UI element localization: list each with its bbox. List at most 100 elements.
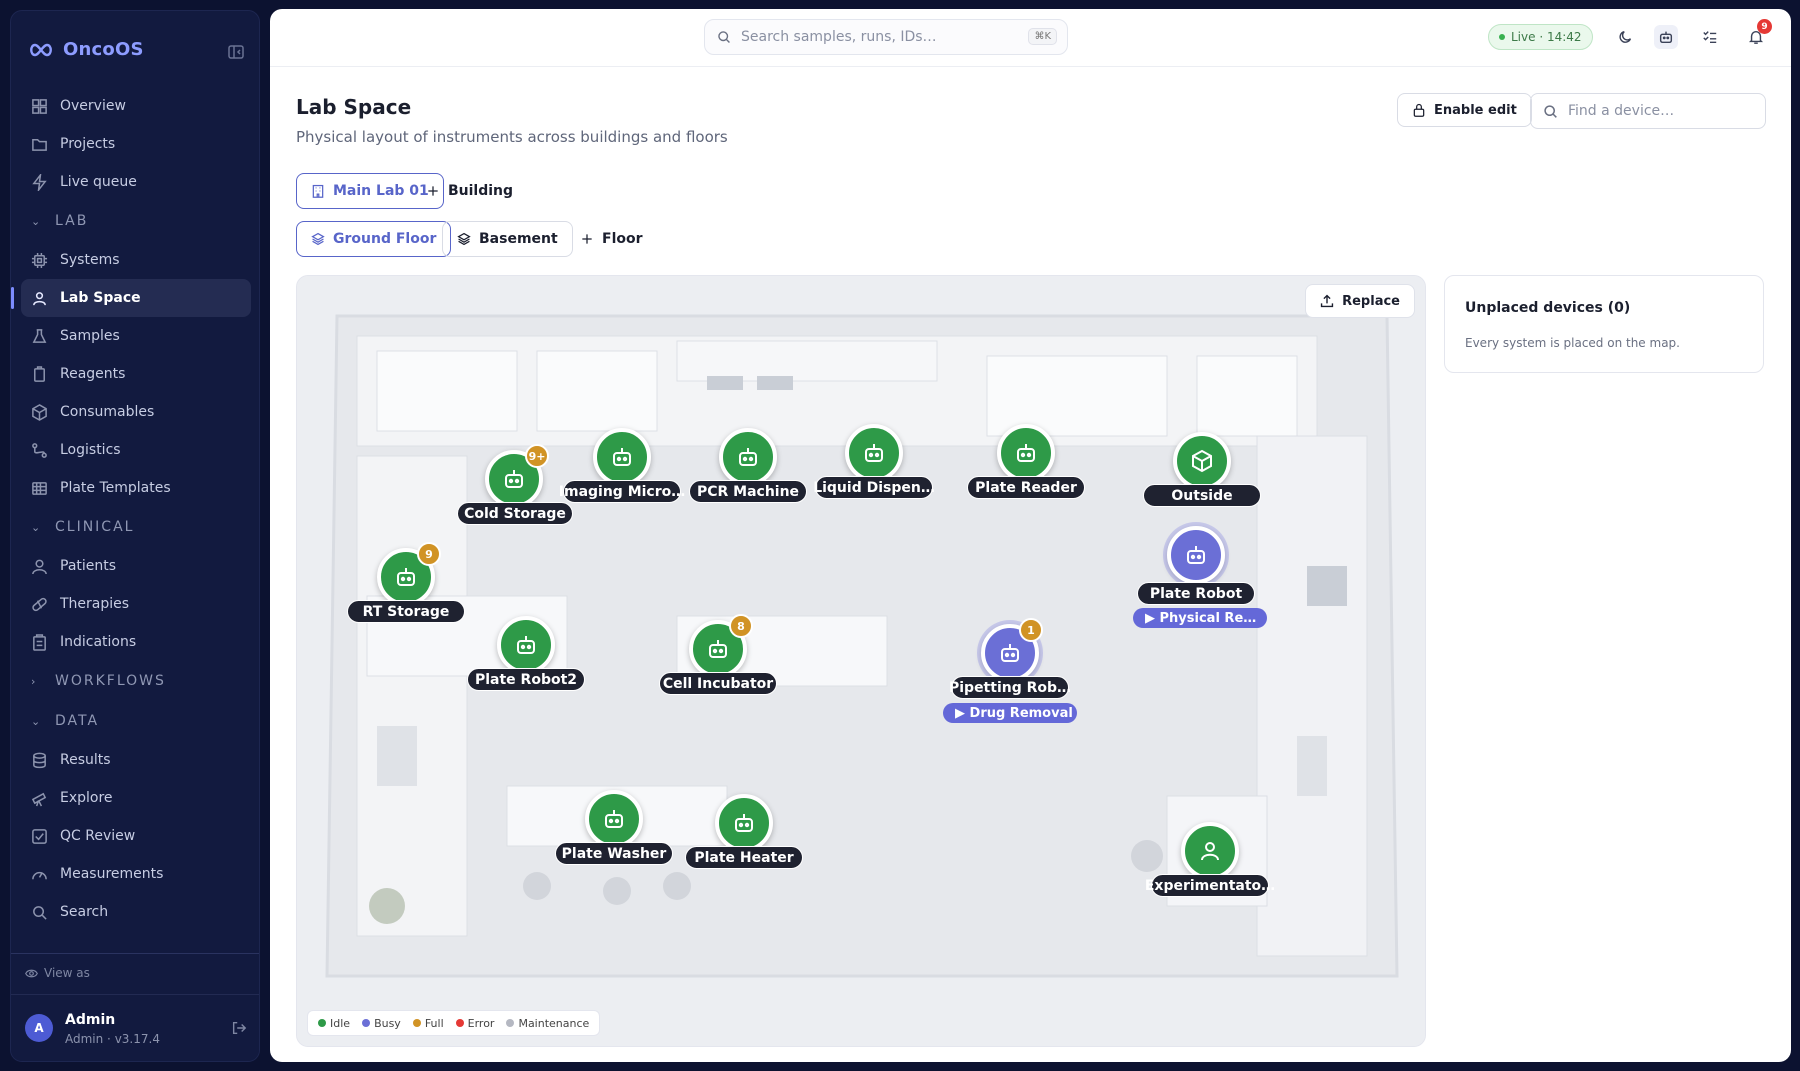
floor-plan-background (297, 276, 1425, 1046)
grid-icon (32, 98, 47, 114)
layers-icon (457, 232, 471, 246)
sidebar-collapse-icon[interactable] (227, 43, 245, 61)
sidebar-item-label: Projects (60, 136, 116, 152)
add-building-button[interactable]: Building (412, 173, 527, 209)
device-run-badge[interactable]: ▶ Drug Removal (943, 703, 1077, 723)
robot-button[interactable] (1654, 25, 1678, 49)
tasks-button[interactable] (1698, 25, 1722, 49)
legend-item-busy: Busy (362, 1017, 401, 1030)
device-label: Liquid Dispen… (813, 476, 935, 499)
sidebar-item-overview[interactable]: Overview (21, 87, 251, 125)
view-as-button[interactable]: View as (25, 966, 90, 980)
gauge-icon (32, 871, 47, 879)
sidebar-footer: View as A Admin Admin · v3.17.4 (11, 953, 259, 1061)
search-icon (1544, 104, 1557, 118)
sidebar-item-search[interactable]: Search (21, 893, 251, 931)
theme-toggle-button[interactable] (1614, 25, 1638, 49)
device-run-badge[interactable]: ▶ Physical Re… (1133, 608, 1267, 628)
device-count-badge: 8 (729, 614, 753, 638)
device-node[interactable] (1181, 822, 1239, 880)
pill-icon (32, 597, 47, 611)
section-data[interactable]: ⌄ DATA (21, 701, 251, 741)
enable-edit-button[interactable]: Enable edit (1397, 93, 1532, 127)
lock-icon (1413, 103, 1425, 117)
section-label: CLINICAL (55, 519, 135, 535)
device-node[interactable] (845, 424, 903, 482)
legend-item-maintenance: Maintenance (506, 1017, 589, 1030)
brand[interactable]: OncoOS (29, 39, 144, 60)
sidebar-item-label: Systems (60, 252, 120, 268)
robot-icon (1001, 644, 1019, 662)
notifications-button[interactable]: 9 (1744, 19, 1772, 49)
sidebar-item-systems[interactable]: Systems (21, 241, 251, 279)
device-node[interactable] (1173, 432, 1231, 490)
sidebar-item-reagents[interactable]: Reagents (21, 355, 251, 393)
sidebar-nav: Overview Projects Live queue ⌄ LAB Syste… (11, 87, 251, 931)
user-role-version: Admin · v3.17.4 (65, 1032, 160, 1046)
sidebar-item-label: Patients (60, 558, 117, 574)
bolt-icon (32, 173, 47, 191)
live-status-badge: Live · 14:42 (1488, 24, 1593, 50)
sidebar-item-explore[interactable]: Explore (21, 779, 251, 817)
sidebar-item-logistics[interactable]: Logistics (21, 431, 251, 469)
device-label: Plate Robot2 (467, 668, 585, 691)
sidebar-item-samples[interactable]: Samples (21, 317, 251, 355)
device-node[interactable] (719, 428, 777, 486)
device-count-badge: 1 (1019, 618, 1043, 642)
find-device-input[interactable]: Find a device… (1530, 93, 1766, 129)
logout-icon[interactable] (231, 1020, 247, 1036)
sidebar-item-label: Reagents (60, 366, 126, 382)
sidebar-item-results[interactable]: Results (21, 741, 251, 779)
sidebar-item-indications[interactable]: Indications (21, 623, 251, 661)
sidebar-item-patients[interactable]: Patients (21, 547, 251, 585)
cube-icon (1192, 449, 1212, 473)
app-name: OncoOS (63, 39, 144, 60)
sidebar-item-projects[interactable]: Projects (21, 125, 251, 163)
device-label: Plate Robot (1137, 582, 1255, 605)
floor-plan-map[interactable]: Replace 9+ Cold Storage Imaging Micro… P… (296, 275, 1426, 1047)
sidebar-item-measurements[interactable]: Measurements (21, 855, 251, 893)
device-node[interactable] (593, 428, 651, 486)
section-lab[interactable]: ⌄ LAB (21, 201, 251, 241)
add-floor-button[interactable]: Floor (566, 221, 657, 257)
sidebar-item-therapies[interactable]: Therapies (21, 585, 251, 623)
legend-label: Maintenance (518, 1016, 590, 1030)
device-node[interactable] (1167, 526, 1225, 584)
tab-floor-ground[interactable]: Ground Floor (296, 221, 452, 257)
device-node[interactable] (997, 424, 1055, 482)
device-node[interactable] (715, 794, 773, 852)
global-search-input[interactable]: Search samples, runs, IDs… ⌘K (704, 19, 1068, 55)
device-node[interactable] (497, 616, 555, 674)
telescope-icon (31, 792, 47, 806)
robot-icon (735, 814, 753, 832)
sidebar-item-label: Lab Space (60, 290, 141, 306)
legend-item-full: Full (412, 1017, 444, 1030)
section-workflows[interactable]: › WORKFLOWS (21, 661, 251, 701)
sidebar-item-plate-templates[interactable]: Plate Templates (21, 469, 251, 507)
robot-icon (739, 448, 757, 466)
layers-icon (311, 232, 325, 246)
legend-label: Busy (374, 1016, 401, 1030)
sidebar-item-label: Consumables (60, 404, 155, 420)
section-clinical[interactable]: ⌄ CLINICAL (21, 507, 251, 547)
sidebar-item-consumables[interactable]: Consumables (21, 393, 251, 431)
device-label: Cell Incubator (659, 672, 777, 695)
live-dot (1499, 34, 1505, 40)
device-label: Plate Washer (555, 842, 673, 865)
search-icon (33, 905, 47, 920)
tab-floor-basement[interactable]: Basement (442, 221, 573, 257)
replace-button[interactable]: Replace (1305, 284, 1415, 318)
map-pin-icon (33, 291, 46, 305)
moon-icon (1619, 30, 1632, 43)
section-label: DATA (55, 713, 100, 729)
device-node[interactable] (585, 790, 643, 848)
legend-item-error: Error (455, 1016, 495, 1030)
device-count-badge: 9 (417, 542, 441, 566)
sidebar-item-lab-space[interactable]: Lab Space (11, 279, 251, 317)
sidebar-item-live-queue[interactable]: Live queue (21, 163, 251, 201)
avatar[interactable]: A (25, 1014, 53, 1042)
section-label: WORKFLOWS (55, 673, 166, 689)
sidebar-item-qc-review[interactable]: QC Review (21, 817, 251, 855)
legend-label: Error (467, 1016, 495, 1030)
plus-icon (582, 234, 592, 244)
